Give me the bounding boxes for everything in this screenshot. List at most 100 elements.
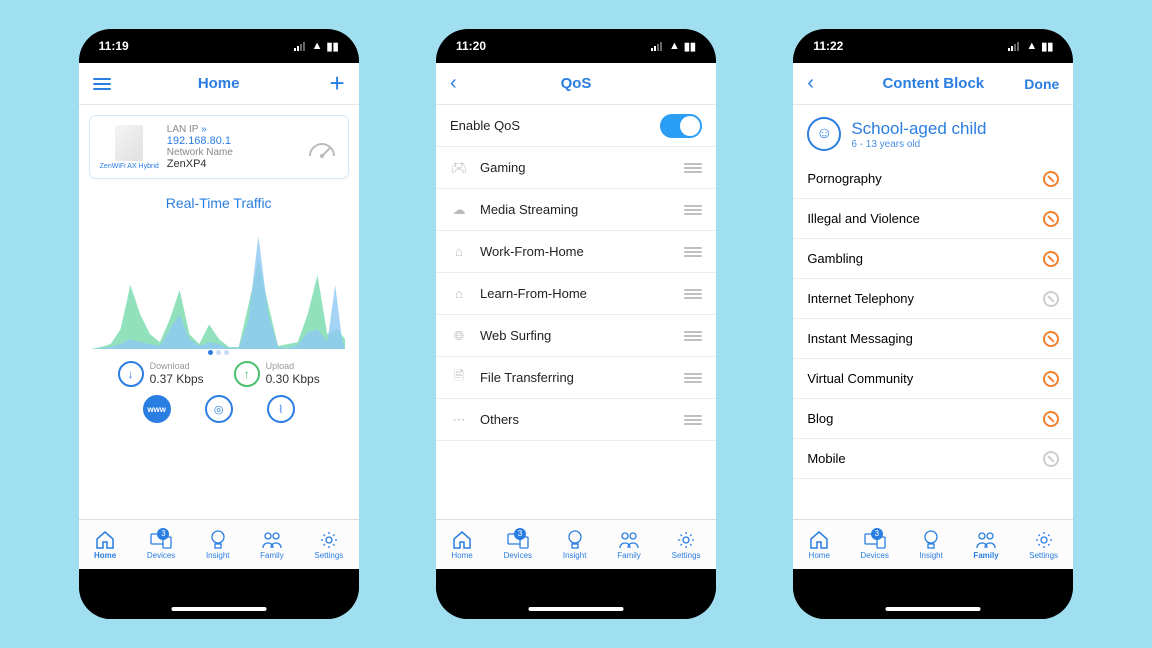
gear-icon <box>676 530 696 550</box>
tab-devices[interactable]: 3Devices <box>504 530 532 560</box>
drag-handle-icon[interactable] <box>684 247 702 257</box>
navbar: ‹ QoS <box>436 63 716 105</box>
block-icon[interactable] <box>1043 211 1059 227</box>
file-icon: 🗎︎ <box>450 369 468 387</box>
router-info: LAN IP » 192.168.80.1 Network Name ZenXP… <box>167 124 298 170</box>
wifi-icon: ▲ <box>669 40 680 52</box>
home-indicator[interactable] <box>886 607 981 611</box>
qos-item[interactable]: 🌐︎Web Surfing <box>436 315 716 357</box>
drag-handle-icon[interactable] <box>684 331 702 341</box>
tab-insight[interactable]: Insight <box>919 530 943 560</box>
menu-icon[interactable] <box>93 78 111 90</box>
qos-item[interactable]: ☁︎Media Streaming <box>436 189 716 231</box>
tab-settings[interactable]: Settings <box>314 530 343 560</box>
drag-handle-icon[interactable] <box>684 415 702 425</box>
screen-qos: ‹ QoS Enable QoS 🎮︎Gaming ☁︎Media Stream… <box>436 63 716 569</box>
home-icon <box>95 530 115 550</box>
block-row[interactable]: Gambling <box>793 239 1073 279</box>
qos-item[interactable]: 🎮︎Gaming <box>436 147 716 189</box>
lfh-icon: ⌂ <box>450 285 468 303</box>
upload-value: 0.30 Kbps <box>266 372 320 386</box>
tab-family[interactable]: Family <box>260 530 284 560</box>
block-icon[interactable] <box>1043 171 1059 187</box>
wifi-circle-icon[interactable]: ⌇ <box>267 395 295 423</box>
netname-value: ZenXP4 <box>167 158 298 170</box>
block-row[interactable]: Pornography <box>793 159 1073 199</box>
block-row[interactable]: Instant Messaging <box>793 319 1073 359</box>
block-row[interactable]: Virtual Community <box>793 359 1073 399</box>
tab-family[interactable]: Family <box>973 530 998 560</box>
tab-bar: Home 3Devices Insight Family Settings <box>793 519 1073 569</box>
profile-age: 6 - 13 years old <box>851 139 986 150</box>
tab-family[interactable]: Family <box>617 530 641 560</box>
qos-item[interactable]: ⋯Others <box>436 399 716 441</box>
profile-name: School-aged child <box>851 119 986 139</box>
block-icon[interactable] <box>1043 331 1059 347</box>
add-button[interactable]: + <box>329 68 344 99</box>
tab-home[interactable]: Home <box>451 530 472 560</box>
download-metric: ↓ Download0.37 Kbps <box>118 361 204 387</box>
router-card[interactable]: ZenWiFi AX Hybrid LAN IP » 192.168.80.1 … <box>89 115 349 179</box>
device-badge: 3 <box>871 528 883 540</box>
wfh-icon: ⌂ <box>450 243 468 261</box>
drag-handle-icon[interactable] <box>684 373 702 383</box>
drag-handle-icon[interactable] <box>684 289 702 299</box>
phone-qos: 11:20 ▲ ▮▮ ‹ QoS Enable QoS 🎮︎Gaming ☁︎M… <box>436 29 716 619</box>
tab-devices[interactable]: 3Devices <box>147 530 175 560</box>
device-badge: 3 <box>157 528 169 540</box>
back-button[interactable]: ‹ <box>450 72 457 95</box>
drag-handle-icon[interactable] <box>684 163 702 173</box>
gear-icon <box>1034 530 1054 550</box>
lanip-label: LAN IP <box>167 124 199 135</box>
back-button[interactable]: ‹ <box>807 72 814 95</box>
block-row[interactable]: Blog <box>793 399 1073 439</box>
qos-item[interactable]: 🗎︎File Transferring <box>436 357 716 399</box>
tab-bar: Home 3Devices Insight Family Settings <box>79 519 359 569</box>
drag-handle-icon[interactable] <box>684 205 702 215</box>
home-indicator[interactable] <box>528 607 623 611</box>
block-icon[interactable] <box>1043 251 1059 267</box>
screen-content-block: ‹ Content Block Done ☺ School-aged child… <box>793 63 1073 569</box>
block-row[interactable]: Internet Telephony <box>793 279 1073 319</box>
done-button[interactable]: Done <box>1024 76 1059 92</box>
tab-insight[interactable]: Insight <box>563 530 587 560</box>
cellular-icon <box>1008 41 1022 51</box>
block-icon[interactable] <box>1043 451 1059 467</box>
block-row[interactable]: Illegal and Violence <box>793 199 1073 239</box>
tab-home[interactable]: Home <box>809 530 830 560</box>
cellular-icon <box>294 41 308 51</box>
tab-insight[interactable]: Insight <box>206 530 230 560</box>
upload-label: Upload <box>266 361 320 372</box>
upload-metric: ↑ Upload0.30 Kbps <box>234 361 320 387</box>
qos-item[interactable]: ⌂Learn-From-Home <box>436 273 716 315</box>
chevron-right-icon: » <box>201 124 207 135</box>
home-indicator[interactable] <box>171 607 266 611</box>
phone-home: 11:19 ▲ ▮▮ Home + ZenWiFi AX Hybrid LAN … <box>79 29 359 619</box>
gauge-icon[interactable] <box>306 134 338 160</box>
tab-settings[interactable]: Settings <box>1029 530 1058 560</box>
block-icon[interactable] <box>1043 411 1059 427</box>
tab-settings[interactable]: Settings <box>672 530 701 560</box>
status-time: 11:19 <box>99 39 129 53</box>
wifi-icon: ▲ <box>1026 40 1037 52</box>
status-bar: 11:19 ▲ ▮▮ <box>79 29 359 63</box>
block-row[interactable]: Mobile <box>793 439 1073 479</box>
bulb-icon <box>923 530 939 550</box>
enable-qos-toggle[interactable] <box>660 114 702 138</box>
globe-icon: 🌐︎ <box>450 327 468 345</box>
router-image <box>115 125 143 161</box>
navbar: ‹ Content Block Done <box>793 63 1073 105</box>
block-icon[interactable] <box>1043 291 1059 307</box>
block-icon[interactable] <box>1043 371 1059 387</box>
tab-home[interactable]: Home <box>94 530 116 560</box>
tab-devices[interactable]: 3Devices <box>860 530 888 560</box>
phone-content-block: 11:22 ▲ ▮▮ ‹ Content Block Done ☺ School… <box>793 29 1073 619</box>
mesh-icon[interactable]: ◎ <box>205 395 233 423</box>
cellular-icon <box>651 41 665 51</box>
globe-icon[interactable]: www <box>143 395 171 423</box>
quick-icons: www ◎ ⌇ <box>79 389 359 431</box>
enable-qos-label: Enable QoS <box>450 118 520 133</box>
wifi-icon: ▲ <box>312 40 323 52</box>
status-icons: ▲ ▮▮ <box>651 40 696 53</box>
qos-item[interactable]: ⌂Work-From-Home <box>436 231 716 273</box>
